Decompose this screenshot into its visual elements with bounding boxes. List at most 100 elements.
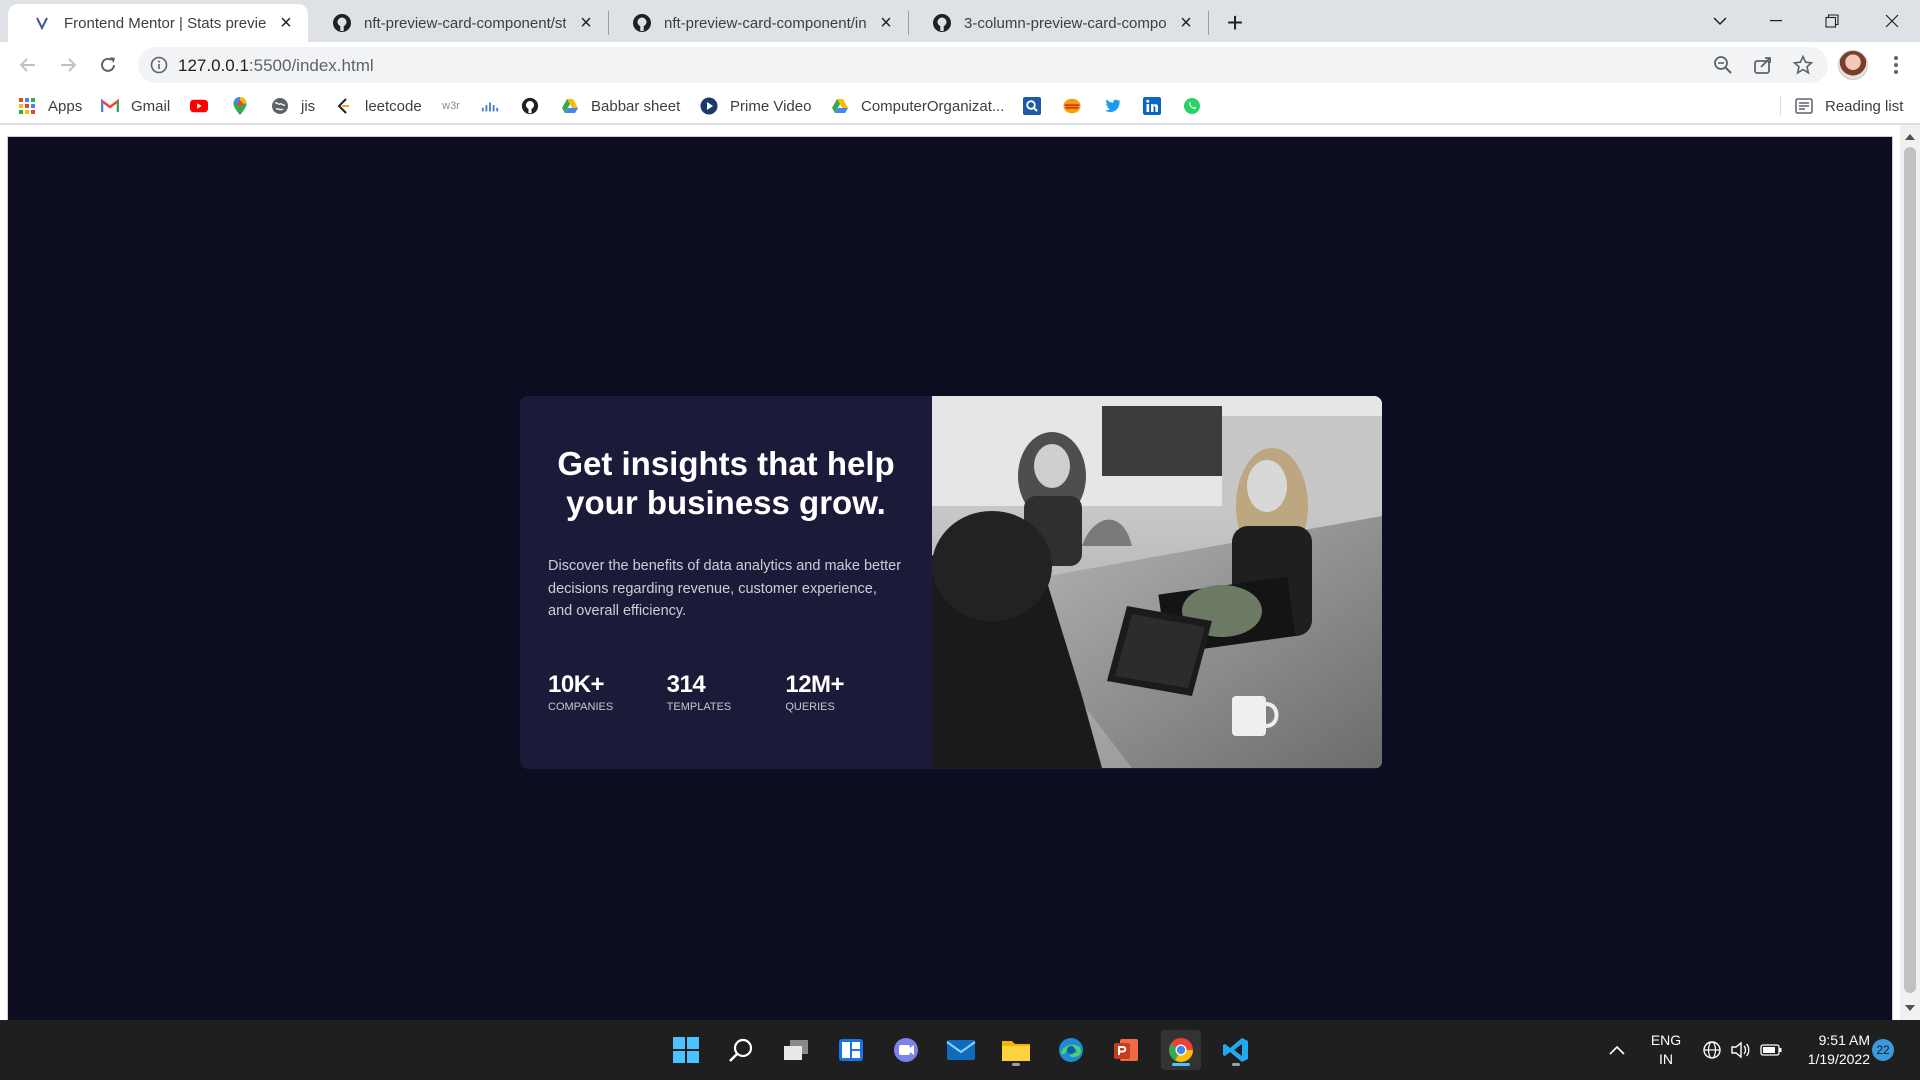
stat-value: 10K+ <box>548 670 605 698</box>
restore-icon[interactable] <box>1804 0 1860 42</box>
stat-value: 12M+ <box>785 670 845 698</box>
stat-queries: 12M+ QUERIES <box>785 671 904 713</box>
site-info-icon[interactable] <box>148 54 170 76</box>
tab-frontend-mentor[interactable]: Frontend Mentor | Stats preview × <box>8 4 308 42</box>
tab-github-style[interactable]: nft-preview-card-component/sty × <box>308 4 608 42</box>
tab-title: nft-preview-card-component/ind <box>664 14 866 32</box>
bookmark-app[interactable] <box>1063 95 1081 117</box>
reading-list-button[interactable]: Reading list <box>1795 95 1903 117</box>
minimize-icon[interactable] <box>1748 0 1804 42</box>
drive-icon <box>561 97 579 115</box>
forward-arrow-icon[interactable] <box>52 49 84 81</box>
bookmark-linkedin[interactable] <box>1143 95 1161 117</box>
mail-icon[interactable] <box>941 1030 981 1070</box>
tab-title: Frontend Mentor | Stats preview <box>64 14 266 32</box>
search-icon[interactable] <box>721 1030 761 1070</box>
bookmark-label: ComputerOrganizat... <box>861 97 1005 115</box>
app-icon <box>1063 97 1081 115</box>
chrome-icon[interactable] <box>1161 1030 1201 1070</box>
bookmark-search-app[interactable] <box>1023 95 1041 117</box>
search-app-icon <box>1023 97 1041 115</box>
stat-label: QUERIES <box>785 700 835 713</box>
language-indicator[interactable]: ENG IN <box>1646 1031 1686 1069</box>
bookmark-whatsapp[interactable] <box>1183 95 1201 117</box>
bookmark-computer-organization[interactable]: ComputerOrganizat... <box>831 95 1004 117</box>
address-bar[interactable]: 127.0.0.1:5500/index.html <box>138 47 1828 83</box>
bookmark-chart[interactable] <box>481 95 499 117</box>
bookmark-label: Prime Video <box>730 97 812 115</box>
whatsapp-icon <box>1183 97 1201 115</box>
teams-chat-icon[interactable] <box>886 1030 926 1070</box>
windows-taskbar: ENG IN 9:51 AM 1/19/2022 22 <box>0 1020 1920 1080</box>
bookmark-label: leetcode <box>365 97 422 115</box>
close-icon[interactable]: × <box>274 11 298 35</box>
apps-grid-icon <box>18 97 36 115</box>
bookmark-leetcode[interactable]: leetcode <box>335 95 422 117</box>
active-indicator <box>1172 1063 1190 1066</box>
page-scrollbar[interactable] <box>1900 125 1920 1020</box>
tab-search-icon[interactable] <box>1692 0 1748 42</box>
volume-icon[interactable] <box>1730 1020 1750 1080</box>
menu-kebab-icon[interactable] <box>1884 51 1908 79</box>
vscode-icon[interactable] <box>1216 1030 1256 1070</box>
reload-icon[interactable] <box>92 49 124 81</box>
region-code: IN <box>1659 1051 1673 1067</box>
windows-start-icon[interactable] <box>666 1030 706 1070</box>
battery-icon[interactable] <box>1760 1020 1782 1080</box>
file-explorer-icon[interactable] <box>996 1030 1036 1070</box>
bookmark-youtube[interactable] <box>190 95 208 117</box>
maps-icon <box>231 97 249 115</box>
bookmark-babbar-sheet[interactable]: Babbar sheet <box>561 95 680 117</box>
bookmark-apps[interactable]: Apps <box>18 95 82 117</box>
clock-time: 9:51 AM <box>1818 1032 1870 1048</box>
running-indicator <box>1232 1063 1240 1066</box>
scrollbar-thumb[interactable] <box>1904 147 1916 993</box>
tab-strip: Frontend Mentor | Stats preview × nft-pr… <box>0 0 1920 42</box>
clock[interactable]: 9:51 AM 1/19/2022 <box>1790 1031 1870 1069</box>
running-indicator <box>1012 1063 1020 1066</box>
bookmark-gmail[interactable]: Gmail <box>101 95 170 117</box>
stats-preview-card: Get insights that help your business gro… <box>520 396 1382 769</box>
stats-row: 10K+ COMPANIES 314 TEMPLATES 12M+ QUERIE… <box>548 671 904 713</box>
github-icon <box>521 97 539 115</box>
bookmark-w3r[interactable]: w3r <box>440 95 462 117</box>
network-globe-icon[interactable] <box>1702 1020 1722 1080</box>
card-description: Discover the benefits of data analytics … <box>548 558 902 619</box>
close-icon[interactable]: × <box>1174 11 1198 35</box>
w3r-icon: w3r <box>442 100 460 112</box>
zoom-icon[interactable] <box>1712 54 1734 76</box>
bookmark-jis[interactable]: jis <box>271 95 315 117</box>
notification-badge[interactable]: 22 <box>1872 1039 1894 1061</box>
bookmark-label: Gmail <box>131 97 171 115</box>
tab-github-3-column[interactable]: 3-column-preview-card-compon × <box>908 4 1208 42</box>
bookmark-twitter[interactable] <box>1103 95 1121 117</box>
task-view-icon[interactable] <box>776 1030 816 1070</box>
new-tab-button[interactable]: + <box>1218 6 1252 40</box>
card-title: Get insights that help your business gro… <box>557 445 895 521</box>
stat-templates: 314 TEMPLATES <box>667 671 786 713</box>
close-icon[interactable]: × <box>574 11 598 35</box>
bookmark-prime-video[interactable]: Prime Video <box>700 95 811 117</box>
bookmark-maps[interactable] <box>231 95 249 117</box>
bookmark-github[interactable] <box>521 95 539 117</box>
tab-github-index[interactable]: nft-preview-card-component/ind × <box>608 4 908 42</box>
frontend-mentor-icon <box>32 13 52 33</box>
close-icon[interactable]: × <box>874 11 898 35</box>
share-icon[interactable] <box>1752 54 1774 76</box>
bookmark-label: Babbar sheet <box>591 97 681 115</box>
show-hidden-icons-chevron[interactable] <box>1608 1020 1626 1080</box>
twitter-icon <box>1103 97 1121 115</box>
edge-icon[interactable] <box>1051 1030 1091 1070</box>
bookmark-star-icon[interactable] <box>1792 54 1814 76</box>
close-window-icon[interactable] <box>1864 0 1920 42</box>
widgets-icon[interactable] <box>831 1030 871 1070</box>
reading-list-label: Reading list <box>1825 97 1904 115</box>
globe-icon <box>271 97 289 115</box>
powerpoint-icon[interactable] <box>1106 1030 1146 1070</box>
profile-avatar[interactable] <box>1838 50 1868 80</box>
scroll-down-arrow-icon[interactable] <box>1905 1005 1915 1011</box>
scroll-up-arrow-icon[interactable] <box>1905 134 1915 140</box>
back-arrow-icon[interactable] <box>12 49 44 81</box>
browser-viewport: Get insights that help your business gro… <box>0 125 1920 1020</box>
url-text[interactable]: 127.0.0.1:5500/index.html <box>178 56 374 76</box>
